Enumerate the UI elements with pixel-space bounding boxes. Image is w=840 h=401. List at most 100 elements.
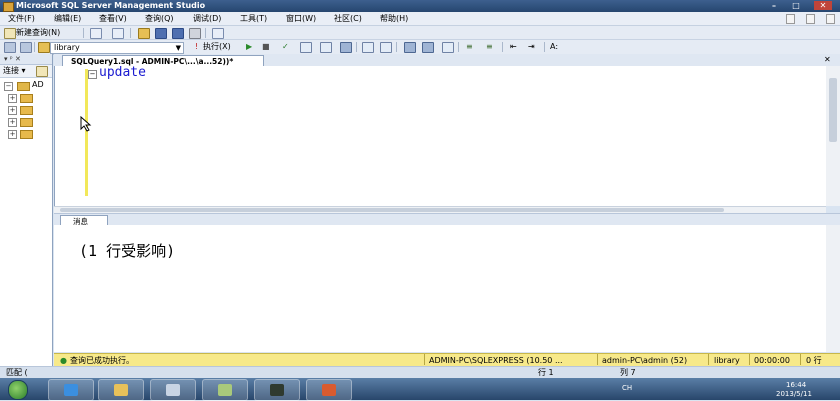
mdi-close-icon[interactable] — [826, 14, 835, 24]
menu-query[interactable]: 查询(Q) — [143, 13, 176, 24]
mouse-cursor-icon — [80, 116, 92, 132]
taskbar-powerpoint[interactable] — [306, 379, 352, 401]
query-editor[interactable]: − update — [54, 66, 827, 206]
chevron-down-icon[interactable]: ▼ — [176, 43, 181, 53]
comment-icon[interactable]: ≡ — [466, 41, 473, 52]
menu-view[interactable]: 查看(V) — [97, 13, 129, 24]
menu-edit[interactable]: 编辑(E) — [52, 13, 83, 24]
taskbar-camera[interactable] — [254, 379, 300, 401]
actual-plan-icon[interactable] — [362, 42, 374, 53]
menu-debug[interactable]: 调试(D) — [191, 13, 223, 24]
toolbar-separator — [396, 42, 397, 52]
tree-root-label[interactable]: AD — [32, 79, 44, 90]
new-query-button[interactable]: 新建查询(N) — [16, 27, 60, 38]
editor-vertical-scrollbar[interactable] — [826, 66, 840, 206]
tree-collapse-icon[interactable]: − — [4, 82, 13, 91]
new-project-icon[interactable] — [112, 28, 124, 39]
status-separator — [708, 354, 709, 365]
close-tab-icon[interactable]: ✕ — [824, 54, 831, 65]
parse-icon[interactable]: ✓ — [282, 41, 289, 52]
display-plan-icon[interactable] — [300, 42, 312, 53]
taskbar-explorer[interactable] — [98, 379, 144, 401]
save-all-icon[interactable] — [172, 28, 184, 39]
change-connection-icon[interactable] — [20, 42, 32, 53]
object-explorer-header: ▾ ᵖ ✕ — [0, 54, 52, 65]
menu-tools[interactable]: 工具(T) — [238, 13, 269, 24]
taskbar-ie[interactable] — [48, 379, 94, 401]
results-to-grid-icon[interactable] — [422, 42, 434, 53]
messages-pane: (1 行受影响) — [54, 225, 826, 352]
client-stats-icon[interactable] — [380, 42, 392, 53]
database-icon — [38, 42, 50, 53]
outline-collapse-icon[interactable]: − — [88, 70, 97, 79]
title-bar: Microsoft SQL Server Management Studio –… — [0, 0, 840, 12]
minimize-button[interactable]: – — [768, 1, 780, 10]
clock-date[interactable]: 2013/5/11 — [776, 390, 812, 398]
results-vertical-scrollbar[interactable] — [826, 225, 840, 352]
new-query-icon[interactable] — [4, 28, 16, 39]
tree-expand-icon[interactable]: + — [8, 94, 17, 103]
connect-dropdown[interactable]: 连接 ▾ — [3, 65, 26, 76]
decrease-indent-icon[interactable]: ⇤ — [510, 41, 517, 52]
taskbar-app[interactable] — [202, 379, 248, 401]
tab-title: SQLQuery1.sql - ADMIN-PC\...\a...52))* — [71, 57, 234, 66]
mdi-restore-icon[interactable] — [806, 14, 815, 24]
debug-icon[interactable]: ▶ — [246, 41, 252, 52]
options-icon[interactable] — [340, 42, 352, 53]
menu-window[interactable]: 窗口(W) — [284, 13, 318, 24]
open-folder-icon[interactable] — [138, 28, 150, 39]
start-button[interactable] — [8, 380, 28, 400]
object-explorer-toolbar: 连接 ▾ — [0, 65, 52, 78]
tree-expand-icon[interactable]: + — [8, 130, 17, 139]
database-select[interactable]: library ▼ — [50, 42, 184, 54]
change-gutter — [85, 69, 88, 196]
app-icon — [218, 384, 232, 396]
close-button[interactable]: ✕ — [814, 1, 832, 10]
toolbar-separator — [458, 42, 459, 52]
toolbar-separator — [544, 42, 545, 52]
activity-monitor-icon[interactable] — [212, 28, 224, 39]
cancel-query-icon[interactable]: ■ — [262, 41, 270, 52]
ie-icon — [64, 384, 78, 396]
object-explorer-panel: ▾ ᵖ ✕ 连接 ▾ − AD + + + + — [0, 54, 53, 366]
new-file-icon[interactable] — [90, 28, 102, 39]
folder-icon — [20, 106, 33, 115]
connect-icon[interactable] — [4, 42, 16, 53]
hscroll-thumb[interactable] — [60, 208, 724, 212]
mdi-minimize-icon[interactable] — [786, 14, 795, 24]
query-status-bar: ● 查询已成功执行。 ADMIN-PC\SQLEXPRESS (10.50 ..… — [54, 353, 840, 367]
panel-pin-icons[interactable]: ▾ ᵖ ✕ — [4, 54, 21, 64]
increase-indent-icon[interactable]: ⇥ — [528, 41, 535, 52]
code-text[interactable]: update — [99, 66, 146, 80]
execute-icon[interactable]: ! — [195, 41, 198, 52]
standard-toolbar: 新建查询(N) — [0, 26, 840, 40]
status-separator — [749, 354, 750, 365]
folder-icon — [114, 384, 128, 396]
uncomment-icon[interactable]: ≡ — [486, 41, 493, 52]
toolbar-separator — [83, 28, 84, 38]
language-indicator[interactable]: CH — [622, 384, 632, 392]
query-designer-icon[interactable] — [320, 42, 332, 53]
app-icon — [3, 2, 14, 12]
specify-values-icon[interactable]: A: — [550, 41, 558, 52]
execute-button[interactable]: 执行(X) — [203, 41, 231, 52]
menu-community[interactable]: 社区(C) — [332, 13, 364, 24]
filter-icon[interactable] — [36, 66, 48, 77]
taskbar-ssms[interactable] — [150, 379, 196, 401]
status-separator — [424, 354, 425, 365]
toolbar-separator — [130, 28, 131, 38]
results-to-file-icon[interactable] — [442, 42, 454, 53]
tree-expand-icon[interactable]: + — [8, 106, 17, 115]
tree-expand-icon[interactable]: + — [8, 118, 17, 127]
scroll-thumb[interactable] — [829, 78, 837, 142]
database-select-value: library — [54, 43, 80, 52]
menu-file[interactable]: 文件(F) — [6, 13, 37, 24]
clock-time[interactable]: 16:44 — [786, 381, 806, 389]
print-icon[interactable] — [189, 28, 201, 39]
save-icon[interactable] — [155, 28, 167, 39]
menu-help[interactable]: 帮助(H) — [378, 13, 410, 24]
results-to-text-icon[interactable] — [404, 42, 416, 53]
camera-icon — [270, 384, 284, 396]
ssms-icon — [166, 384, 180, 396]
maximize-button[interactable]: □ — [790, 1, 802, 10]
